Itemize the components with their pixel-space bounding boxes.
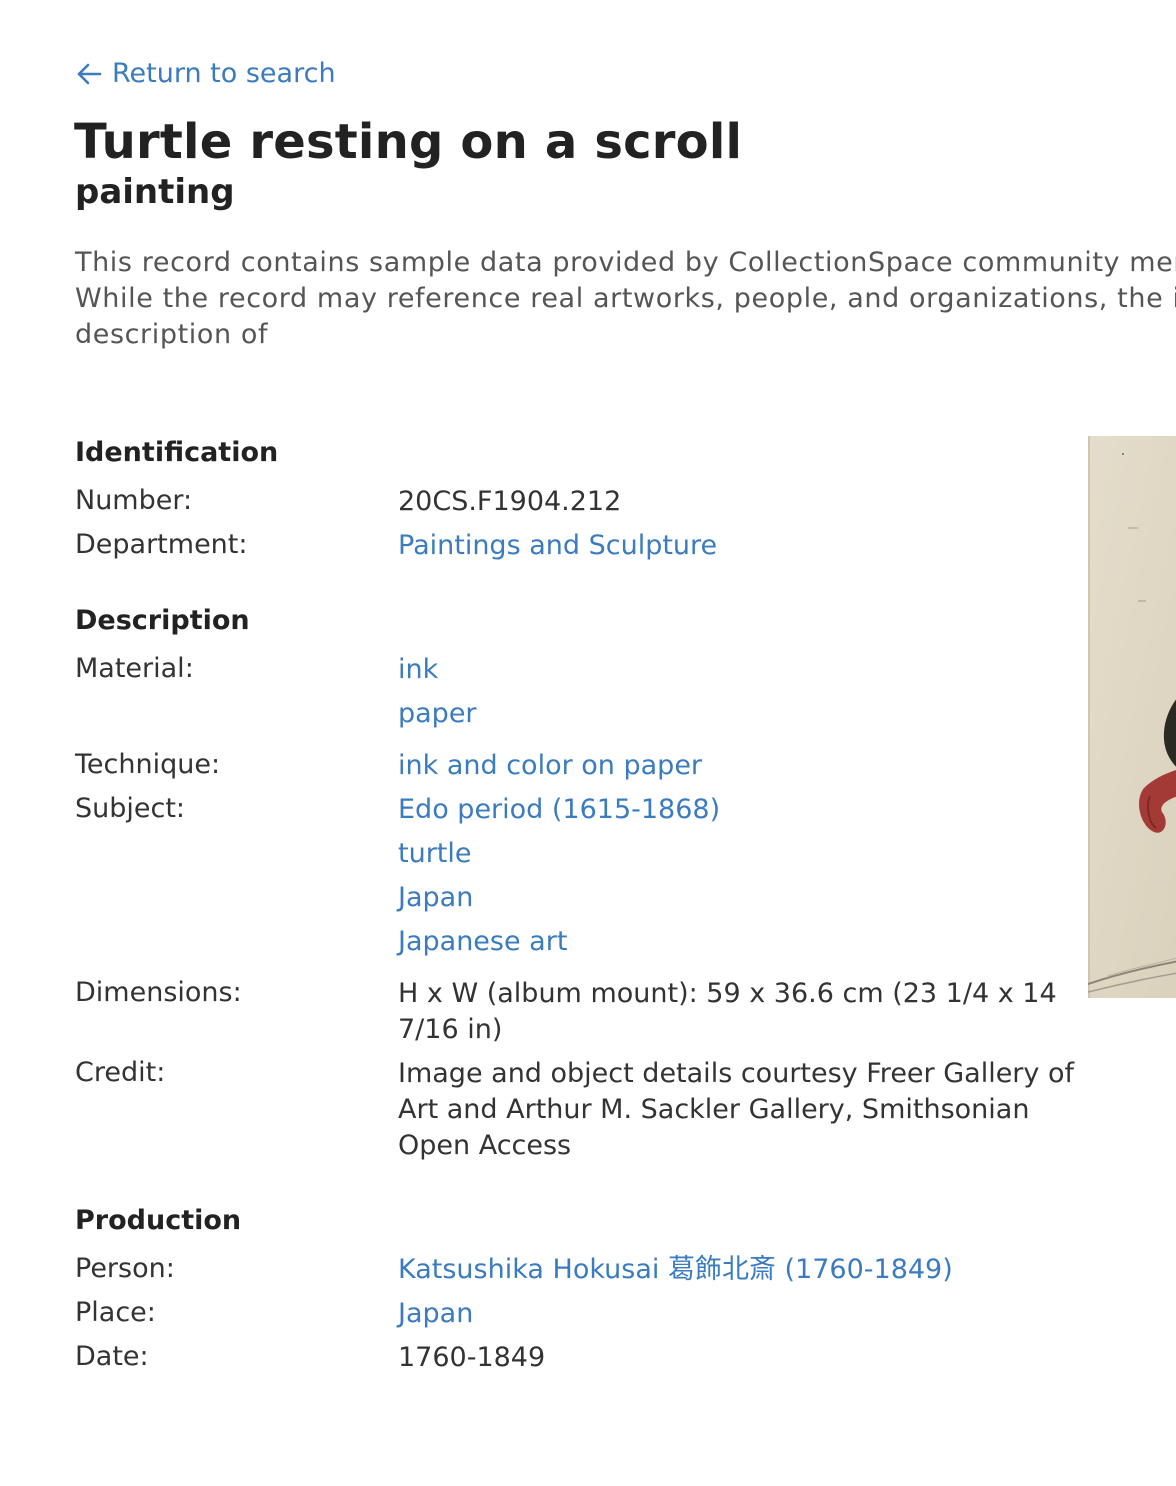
place-label: Place: — [75, 1297, 156, 1328]
credit-line: Image and object details courtesy Freer … — [398, 1058, 1074, 1089]
notice-line: This record contains sample data provide… — [75, 247, 1176, 278]
date-label: Date: — [75, 1341, 149, 1372]
material-link-paper[interactable]: paper — [398, 696, 1048, 732]
notice-line: description of — [75, 319, 269, 350]
number-value: 20CS.F1904.212 — [398, 486, 622, 517]
date-value: 1760-1849 — [398, 1342, 546, 1373]
identification-heading: Identification — [75, 437, 279, 468]
subject-link-japan[interactable]: Japan — [398, 880, 1048, 916]
sample-data-notice: This record contains sample data provide… — [75, 245, 1176, 353]
technique-link[interactable]: ink and color on paper — [398, 748, 1048, 784]
subject-link-turtle[interactable]: turtle — [398, 836, 1048, 872]
subject-link-edo-period[interactable]: Edo period (1615-1868) — [398, 792, 1048, 828]
object-type: painting — [75, 172, 235, 212]
dimensions-line: H x W (album mount): 59 x 36.6 cm (23 1/… — [398, 978, 1057, 1009]
record-page: Return to search Turtle resting on a scr… — [0, 0, 1176, 1486]
arrow-left-icon — [77, 63, 102, 84]
subject-label: Subject: — [75, 793, 186, 824]
credit-label: Credit: — [75, 1057, 166, 1088]
return-to-search-link[interactable]: Return to search — [76, 58, 336, 89]
notice-line: While the record may reference real artw… — [75, 283, 1176, 314]
page-title: Turtle resting on a scroll — [74, 114, 743, 170]
credit-value: Image and object details courtesy Freer … — [398, 1056, 1074, 1164]
description-heading: Description — [75, 605, 250, 636]
person-link[interactable]: Katsushika Hokusai 葛飾北斎 (1760-1849) — [398, 1252, 1048, 1288]
place-link[interactable]: Japan — [398, 1296, 1048, 1332]
dimensions-label: Dimensions: — [75, 977, 242, 1008]
material-label: Material: — [75, 653, 194, 684]
subject-link-japanese-art[interactable]: Japanese art — [398, 924, 1048, 960]
production-heading: Production — [75, 1205, 242, 1236]
material-link-ink[interactable]: ink — [398, 652, 1048, 688]
number-label: Number: — [75, 485, 193, 516]
return-to-search-label: Return to search — [112, 58, 336, 89]
dimensions-value: H x W (album mount): 59 x 36.6 cm (23 1/… — [398, 976, 1057, 1048]
technique-label: Technique: — [75, 749, 221, 780]
credit-line: Art and Arthur M. Sackler Gallery, Smith… — [398, 1094, 1030, 1125]
artwork-image[interactable] — [1088, 436, 1176, 998]
credit-line: Open Access — [398, 1130, 572, 1161]
department-link[interactable]: Paintings and Sculpture — [398, 528, 1048, 564]
dimensions-line: 7/16 in) — [398, 1014, 503, 1045]
department-label: Department: — [75, 529, 248, 560]
person-label: Person: — [75, 1253, 175, 1284]
